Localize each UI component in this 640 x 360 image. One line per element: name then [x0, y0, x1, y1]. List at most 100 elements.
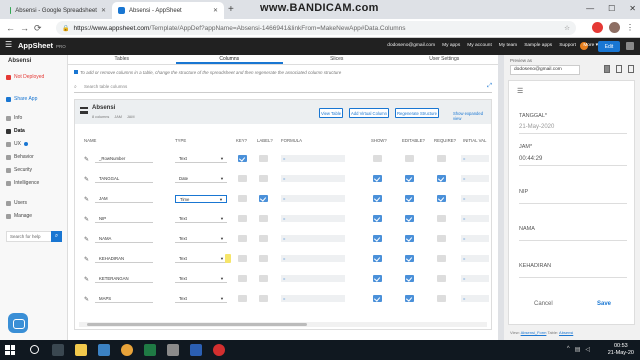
search-icon[interactable] [30, 345, 39, 354]
sidebar-item-users[interactable]: Users [6, 200, 27, 206]
nav-sample-apps[interactable]: Sample apps [524, 43, 552, 48]
star-icon[interactable]: ☆ [564, 24, 570, 32]
initial-value-input[interactable]: = [461, 295, 489, 302]
require-checkbox[interactable] [437, 195, 446, 202]
key-checkbox[interactable] [238, 175, 247, 182]
nav-support[interactable]: Support [559, 43, 576, 48]
label-checkbox[interactable] [259, 275, 268, 282]
show-checkbox[interactable] [373, 175, 382, 182]
initial-value-input[interactable]: = [461, 275, 489, 282]
show-checkbox[interactable] [373, 295, 382, 302]
windows-start-icon[interactable] [5, 345, 15, 355]
extension-icon[interactable] [592, 22, 603, 33]
column-name-input[interactable]: KEHADIRAN [95, 255, 153, 263]
require-checkbox[interactable] [437, 215, 446, 222]
scrollbar-thumb[interactable] [87, 323, 307, 326]
sidebar-item-data[interactable]: Data [6, 128, 25, 134]
column-type-select[interactable]: Text ▼ [175, 254, 231, 263]
phone-icon[interactable] [604, 65, 610, 73]
formula-input[interactable]: = [281, 255, 345, 262]
key-checkbox[interactable] [238, 215, 247, 222]
edit-icon[interactable]: ✎ [84, 256, 89, 263]
require-checkbox[interactable] [437, 155, 446, 162]
maximize-icon[interactable]: ☐ [608, 4, 615, 13]
volume-icon[interactable]: ◁ [585, 346, 590, 353]
view-table-button[interactable]: View Table [319, 108, 343, 118]
excel-icon[interactable] [144, 344, 156, 356]
show-checkbox[interactable] [373, 275, 382, 282]
network-icon[interactable]: ▤ [575, 346, 581, 353]
label-checkbox[interactable] [259, 175, 268, 182]
formula-input[interactable]: = [281, 275, 345, 282]
horizontal-scrollbar[interactable] [79, 322, 487, 327]
edit-icon[interactable]: ✎ [84, 276, 89, 283]
column-type-select[interactable]: Text ▼ [175, 215, 227, 223]
label-checkbox[interactable] [259, 255, 268, 262]
appsheet-logo[interactable]: AppSheet PRO [18, 41, 66, 50]
sidebar-item-not-deployed[interactable]: Not Deployed [6, 74, 44, 80]
formula-input[interactable]: = [281, 215, 345, 222]
browser-tab-spreadsheet[interactable]: Absensi - Google Spreadsheet ✕ [4, 2, 112, 19]
edit-icon[interactable]: ✎ [84, 176, 89, 183]
save-button[interactable]: Save [597, 301, 611, 307]
initial-value-input[interactable]: = [461, 215, 489, 222]
show-checkbox[interactable] [373, 195, 382, 202]
column-name-input[interactable]: JAM [95, 195, 153, 203]
edit-button[interactable]: Edit [598, 41, 620, 52]
formula-input[interactable]: = [281, 295, 345, 302]
editable-checkbox[interactable] [405, 255, 414, 262]
column-type-select[interactable]: Date ▼ [175, 175, 227, 183]
sidebar-item-manage[interactable]: Manage [6, 213, 32, 219]
column-name-input[interactable]: MAPS [95, 295, 153, 303]
require-checkbox[interactable] [437, 295, 446, 302]
tab-slices[interactable]: Slices [283, 55, 391, 64]
sidebar-item-security[interactable]: Security [6, 167, 32, 173]
column-name-input[interactable]: NIP [95, 215, 153, 223]
desktop-icon[interactable] [628, 65, 634, 73]
sidebar-item-info[interactable]: Info [6, 115, 22, 121]
browser-tab-appsheet[interactable]: Absensi - AppSheet ✕ [112, 2, 224, 19]
key-checkbox[interactable] [238, 235, 247, 242]
column-type-select[interactable]: Text ▼ [175, 155, 227, 163]
column-type-select[interactable]: Time ▼ [175, 195, 227, 203]
back-icon[interactable]: ← [6, 23, 15, 33]
add-virtual-column-button[interactable]: Add Virtual Column [349, 108, 389, 118]
chevron-up-icon[interactable]: ^ [567, 346, 570, 353]
editable-checkbox[interactable] [405, 175, 414, 182]
column-name-input[interactable]: _RowNumber [95, 155, 153, 163]
formula-input[interactable]: = [281, 235, 345, 242]
require-checkbox[interactable] [437, 255, 446, 262]
column-type-select[interactable]: Text ▼ [175, 235, 227, 243]
view-link[interactable]: Absensi_Form [521, 330, 547, 335]
search-icon[interactable]: ⌕ [51, 231, 62, 242]
chrome-icon[interactable] [121, 344, 133, 356]
edit-icon[interactable]: ✎ [84, 156, 89, 163]
tablet-icon[interactable] [616, 65, 622, 73]
formula-input[interactable]: = [281, 175, 345, 182]
edit-icon[interactable]: ✎ [84, 296, 89, 303]
formula-input[interactable]: = [281, 155, 345, 162]
preview-account-select[interactable]: dodoseno@gmail.com [510, 65, 580, 75]
column-search-input[interactable]: ⌕ Search table columns ⤢ [74, 83, 492, 93]
hamburger-icon[interactable]: ☰ [517, 87, 523, 95]
column-type-select[interactable]: Text ▼ [175, 295, 227, 303]
column-type-select[interactable]: Text ▼ [175, 275, 227, 283]
initial-value-input[interactable]: = [461, 235, 489, 242]
editable-checkbox[interactable] [405, 275, 414, 282]
sidebar-item-share-app[interactable]: Share App [6, 96, 37, 102]
minimize-icon[interactable]: — [586, 4, 594, 13]
close-tab-icon[interactable]: ✕ [213, 7, 218, 14]
tab-tables[interactable]: Tables [68, 55, 176, 64]
show-checkbox[interactable] [373, 155, 382, 162]
editable-checkbox[interactable] [405, 215, 414, 222]
file-explorer-icon[interactable] [75, 344, 87, 356]
word-icon[interactable] [190, 344, 202, 356]
column-name-input[interactable]: NAMA [95, 235, 153, 243]
require-checkbox[interactable] [437, 275, 446, 282]
require-checkbox[interactable] [437, 235, 446, 242]
forward-icon[interactable]: → [20, 23, 29, 33]
show-checkbox[interactable] [373, 255, 382, 262]
label-checkbox[interactable] [259, 215, 268, 222]
new-tab-icon[interactable]: + [228, 4, 234, 15]
window-icon[interactable] [626, 42, 634, 50]
